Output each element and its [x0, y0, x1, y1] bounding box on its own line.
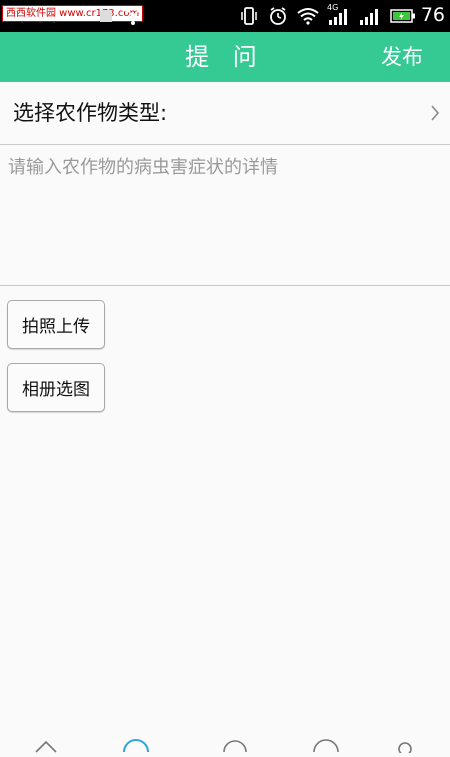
- crop-type-label: 选择农作物类型:: [13, 101, 168, 125]
- bottom-nav: [0, 730, 450, 756]
- alarm-icon: [268, 6, 288, 30]
- take-photo-upload-button[interactable]: 拍照上传: [7, 300, 105, 349]
- publish-button[interactable]: 发布: [381, 32, 423, 82]
- status-left-icons: [98, 7, 142, 29]
- profile-icon[interactable]: [396, 738, 414, 757]
- title-bar: 提 问 发布: [0, 32, 450, 82]
- signal-icon: 4G: [327, 3, 350, 29]
- symptom-description-input[interactable]: [0, 145, 450, 286]
- share-icon: [124, 7, 142, 29]
- notification-icon: [98, 8, 114, 28]
- network-type-label: 4G: [327, 3, 339, 12]
- status-bar: 10:30 西西软件园 www.cr173.com: [0, 0, 450, 32]
- battery-icon: [390, 8, 416, 28]
- status-right-icons: 4G: [239, 3, 416, 30]
- choose-from-album-button[interactable]: 相册选图: [7, 363, 105, 412]
- message-icon[interactable]: [312, 738, 340, 757]
- chevron-right-icon: [430, 104, 440, 126]
- chat-icon[interactable]: [222, 738, 248, 757]
- home-icon[interactable]: [34, 738, 58, 757]
- crop-type-selector[interactable]: 选择农作物类型:: [0, 82, 450, 145]
- signal-2-icon: [359, 7, 381, 29]
- wifi-icon: [297, 7, 319, 29]
- vibrate-icon: [239, 6, 259, 30]
- ask-icon[interactable]: [122, 738, 150, 757]
- battery-level: 76: [420, 4, 445, 26]
